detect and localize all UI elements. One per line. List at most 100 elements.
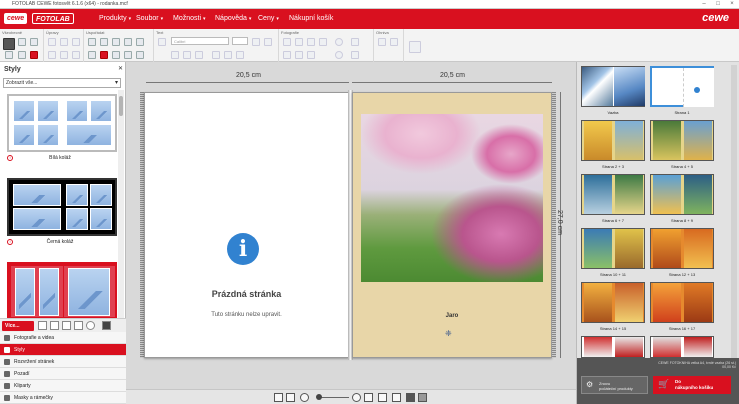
view-grid-icon[interactable] — [286, 393, 295, 402]
settings-icon[interactable] — [5, 51, 13, 59]
pages-scrollbar[interactable] — [731, 65, 737, 365]
bring-forward-icon[interactable] — [100, 38, 108, 46]
ornament-clipart[interactable]: ❈ — [445, 330, 455, 338]
align-text-center-icon[interactable] — [224, 51, 232, 59]
add-to-cart-button[interactable]: 🛒 Do nákupního košíku — [653, 376, 731, 394]
page-thumb-cover[interactable] — [581, 66, 645, 107]
zoom-slider[interactable] — [319, 397, 349, 398]
wand-icon[interactable] — [30, 51, 38, 59]
minimize-icon[interactable]: – — [697, 0, 711, 9]
cut-icon[interactable] — [48, 38, 56, 46]
zoom-slider-knob[interactable] — [316, 394, 322, 400]
zoom-out-icon[interactable] — [300, 393, 309, 402]
page-thumb-8-9[interactable] — [650, 174, 714, 215]
page-thumb-20-21[interactable] — [650, 336, 714, 358]
photo-replace-icon[interactable] — [351, 51, 359, 59]
styles-filter-select[interactable]: Zobrazit vše... — [3, 78, 121, 88]
bold-icon[interactable] — [171, 51, 179, 59]
rotate-view-icon[interactable] — [392, 393, 401, 402]
save-icon[interactable] — [3, 38, 15, 50]
layout-3-icon[interactable] — [62, 321, 71, 330]
page-thumb-10-11[interactable] — [581, 228, 645, 269]
font-family-select[interactable]: Calibri — [171, 37, 229, 45]
menu-moznosti[interactable]: Možnosti — [173, 9, 206, 29]
text-effect-icon[interactable] — [264, 38, 272, 46]
template-red-collage[interactable] — [7, 262, 117, 320]
underline-icon[interactable] — [195, 51, 203, 59]
photo-redeye-icon[interactable] — [307, 51, 315, 59]
layout-2-icon[interactable] — [50, 321, 59, 330]
magnet-icon[interactable] — [100, 51, 108, 59]
nav-photos-videos[interactable]: Fotografie a videa — [0, 332, 126, 344]
photo-frame-icon[interactable] — [319, 38, 327, 46]
ungroup-icon[interactable] — [136, 38, 144, 46]
delete-icon[interactable] — [48, 51, 56, 59]
italic-icon[interactable] — [183, 51, 191, 59]
trash-icon[interactable] — [102, 321, 111, 330]
undo-icon[interactable] — [18, 38, 26, 46]
layout-4-icon[interactable] — [74, 321, 83, 330]
nav-backgrounds[interactable]: Pozadí — [0, 368, 126, 380]
align-center-icon[interactable] — [112, 51, 120, 59]
align-text-right-icon[interactable] — [236, 51, 244, 59]
nav-page-layouts[interactable]: Rozvržení stránek — [0, 356, 126, 368]
frame-icon[interactable] — [378, 38, 386, 46]
photo-edit-icon[interactable] — [283, 38, 291, 46]
preview-icon[interactable] — [18, 51, 26, 59]
font-size-select[interactable] — [232, 37, 248, 45]
page-thumb-12-13[interactable] — [650, 228, 714, 269]
align-text-left-icon[interactable] — [212, 51, 220, 59]
more-button[interactable]: Více... — [2, 321, 34, 331]
menu-ceny[interactable]: Ceny — [258, 9, 279, 29]
frame-style-icon[interactable] — [390, 38, 398, 46]
page-thumb-14-15[interactable] — [581, 282, 645, 323]
photo-contrast-icon[interactable] — [295, 51, 303, 59]
maximize-icon[interactable]: □ — [711, 0, 725, 9]
lock-icon[interactable] — [136, 51, 144, 59]
redo-icon[interactable] — [30, 38, 38, 46]
text-add-icon[interactable] — [158, 38, 166, 46]
close-icon[interactable]: × — [725, 0, 739, 9]
fit-icon[interactable] — [364, 393, 373, 402]
page-photo[interactable] — [361, 114, 543, 282]
page-thumb-16-17[interactable] — [650, 282, 714, 323]
nav-masks-frames[interactable]: Masky a rámečky — [0, 392, 126, 404]
nav-cliparts[interactable]: Kliparty — [0, 380, 126, 392]
page-thumb-2-3[interactable] — [581, 120, 645, 161]
flip-icon[interactable] — [124, 51, 132, 59]
paste-icon[interactable] — [72, 38, 80, 46]
menu-produkty[interactable]: Produkty — [99, 9, 131, 29]
menu-soubor[interactable]: Soubor — [136, 9, 163, 29]
layout-1-icon[interactable] — [38, 321, 47, 330]
restart-product-button[interactable]: ⚙ Znovu počáteční produkty — [581, 376, 648, 394]
page-caption[interactable]: Jaro — [352, 313, 552, 319]
color-picker-icon[interactable] — [409, 41, 421, 53]
spread-view-icon[interactable] — [418, 393, 427, 402]
crop-icon[interactable] — [60, 51, 68, 59]
template-black-collage[interactable] — [7, 178, 117, 236]
photo-crop-icon[interactable] — [307, 38, 315, 46]
text-color-icon[interactable] — [252, 38, 260, 46]
photo-round-icon[interactable] — [335, 51, 343, 59]
menu-napoveda[interactable]: Nápověda — [215, 9, 251, 29]
copy-icon[interactable] — [60, 38, 68, 46]
photo-mask-icon[interactable] — [335, 38, 343, 46]
template-white-collage[interactable] — [7, 94, 117, 152]
send-backward-icon[interactable] — [112, 38, 120, 46]
preview-mode-icon[interactable] — [406, 393, 415, 402]
photo-filter-icon[interactable] — [295, 38, 303, 46]
page-thumb-4-5[interactable] — [650, 120, 714, 161]
close-panel-icon[interactable]: ✕ — [118, 65, 123, 72]
page-thumb-18-19[interactable] — [581, 336, 645, 358]
group-icon[interactable] — [124, 38, 132, 46]
photo-brightness-icon[interactable] — [283, 51, 291, 59]
page-thumb-6-7[interactable] — [581, 174, 645, 215]
photo-shadow-icon[interactable] — [351, 38, 359, 46]
rotate-icon[interactable] — [72, 51, 80, 59]
distribute-icon[interactable] — [88, 51, 96, 59]
nav-styles[interactable]: Styly — [0, 344, 126, 356]
align-left-icon[interactable] — [88, 38, 96, 46]
view-single-icon[interactable] — [274, 393, 283, 402]
layout-5-icon[interactable] — [86, 321, 95, 330]
menu-nakupni-kosik[interactable]: Nákupní košík — [289, 9, 333, 29]
